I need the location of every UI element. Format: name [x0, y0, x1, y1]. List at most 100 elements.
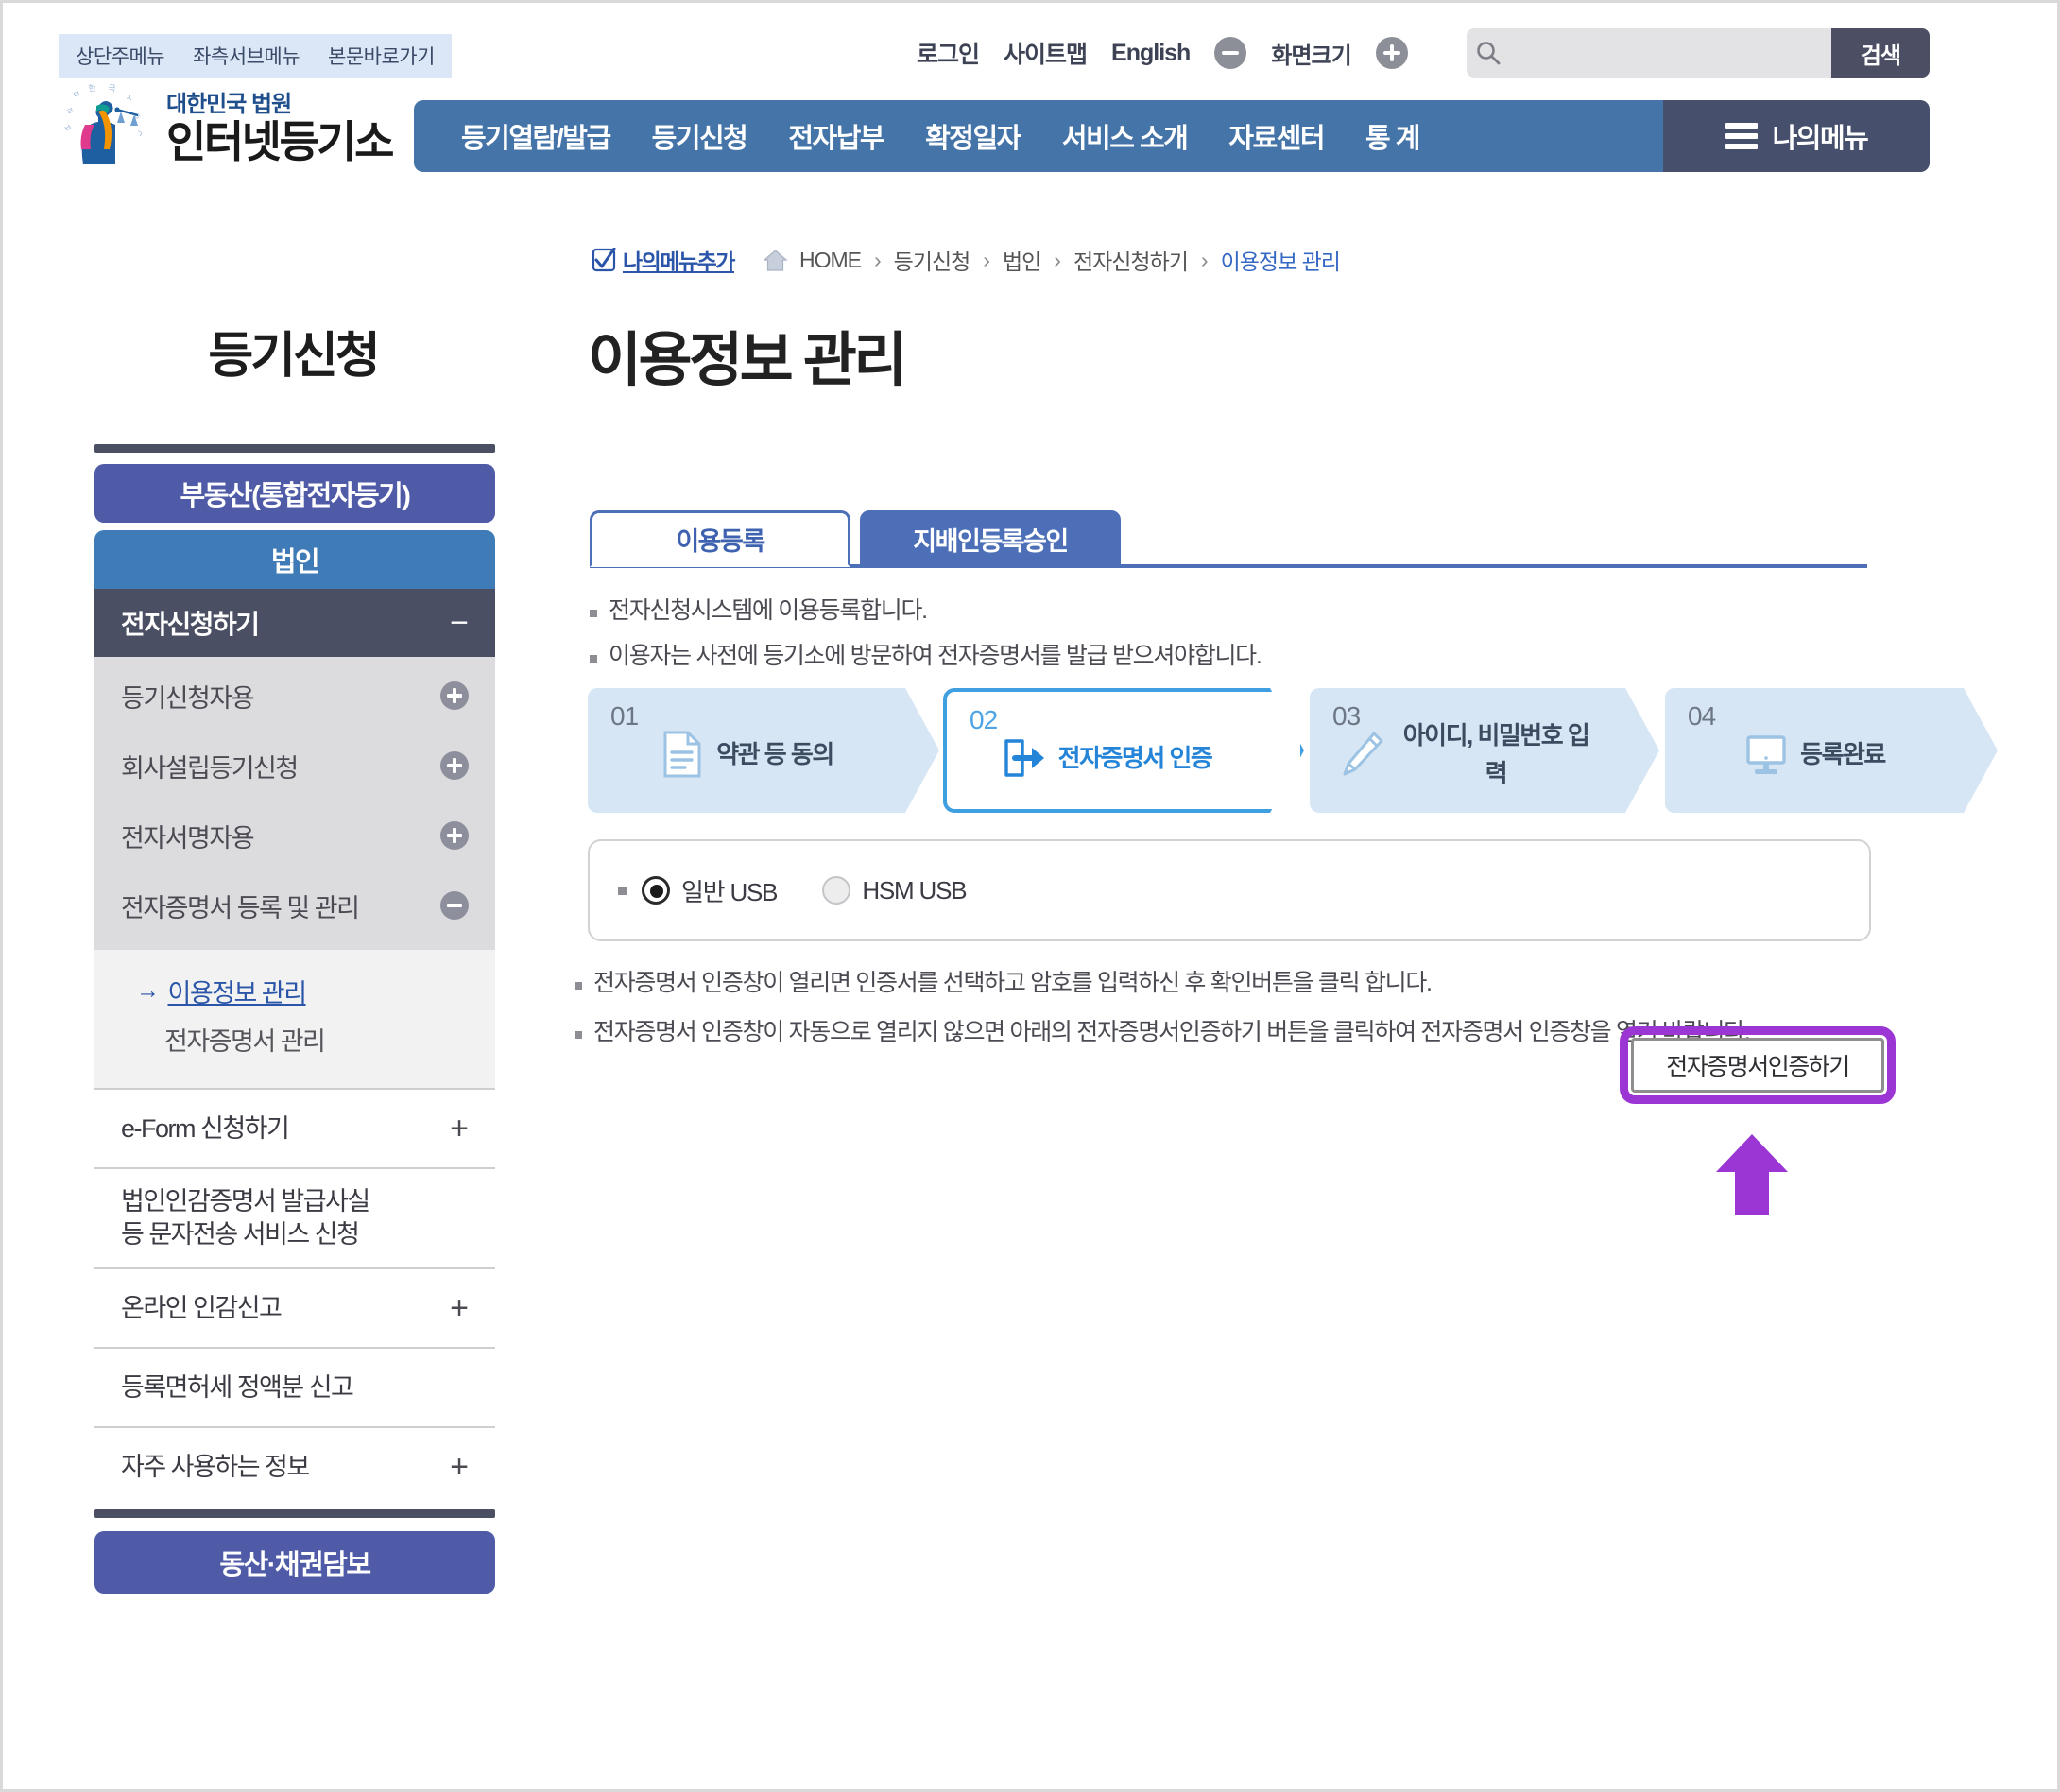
sidebar-item-label: 전자증명서 등록 및 관리 — [121, 893, 360, 922]
tab-usage-registration[interactable]: 이용등록 — [590, 510, 850, 567]
step-3-id-password-input[interactable]: 03 아이디, 비밀번호 입력 — [1310, 688, 1659, 813]
svg-text:국: 국 — [108, 83, 116, 95]
sitemap-link[interactable]: 사이트맵 — [1004, 36, 1088, 70]
my-menu-button[interactable]: 나의메뉴 — [1663, 100, 1930, 172]
nav-item-data-center[interactable]: 자료센터 — [1208, 116, 1345, 156]
radio-label: HSM USB — [862, 875, 967, 905]
plus-icon[interactable]: + — [450, 1451, 469, 1483]
step-label: 등록완료 — [1800, 739, 1885, 768]
plus-circle-icon[interactable] — [440, 821, 469, 850]
skip-link-left-submenu[interactable]: 좌측서브메뉴 — [193, 42, 300, 70]
radio-option-general-usb[interactable]: 일반 USB — [642, 873, 779, 908]
add-to-my-menu-label: 나의메뉴추가 — [623, 250, 735, 274]
sidebar-item-label: 전자증명서 관리 — [164, 1027, 326, 1056]
bullet-square-icon — [575, 982, 582, 990]
my-menu-label: 나의메뉴 — [1772, 124, 1869, 154]
sidebar-item-company-establishment[interactable]: 회사설립등기신청 — [94, 731, 495, 801]
sidebar-item-usage-info-management[interactable]: → 이용정보 관리 — [94, 967, 495, 1015]
instruction-note: 전자증명서 인증창이 열리면 인증서를 선택하고 암호를 입력하신 후 확인버튼… — [575, 968, 1879, 1000]
sidebar-section-efiling[interactable]: 전자신청하기 − — [94, 589, 495, 657]
breadcrumb-item-2[interactable]: 법인 — [1003, 244, 1041, 276]
court-emblem-icon: ㅁ 한 국 ㅅ ㄹ ㅎ ㅂ ㄱ — [59, 83, 153, 174]
english-link[interactable]: English — [1111, 40, 1191, 67]
nav-item-statistics[interactable]: 통 계 — [1345, 116, 1440, 156]
hamburger-icon — [1725, 123, 1758, 149]
step-label: 약관 등 동의 — [716, 739, 833, 768]
sidebar-leaf-items: → 이용정보 관리 전자증명서 관리 — [94, 950, 495, 1088]
breadcrumb-item-current: 이용정보 관리 — [1220, 250, 1341, 274]
plus-circle-icon[interactable] — [440, 751, 469, 780]
plus-icon[interactable]: + — [450, 1112, 469, 1145]
breadcrumb-sep-2: › — [983, 247, 990, 272]
sidebar-item-ecert-management[interactable]: 전자증명서 관리 — [94, 1015, 495, 1063]
bullet-square-icon — [575, 1030, 582, 1039]
nav-item-fixed-date[interactable]: 확정일자 — [904, 116, 1041, 156]
main-navigation: 등기열람/발급 등기신청 전자납부 확정일자 서비스 소개 자료센터 통 계 나… — [414, 100, 1930, 172]
sidebar-item-seal-cert-sms[interactable]: 법인인감증명서 발급사실 등 문자전송 서비스 신청 — [94, 1167, 495, 1267]
checkbox-check-icon — [592, 247, 616, 272]
sidebar-item-eform-apply[interactable]: e-Form 신청하기 + — [94, 1088, 495, 1167]
step-4-registration-complete[interactable]: 04 등록완료 — [1665, 688, 1998, 813]
sidebar-title: 등기신청 — [208, 329, 380, 384]
nav-item-service-intro[interactable]: 서비스 소개 — [1041, 116, 1208, 156]
certificate-auth-button[interactable]: 전자증명서인증하기 — [1631, 1038, 1884, 1093]
radio-button-general-usb[interactable] — [642, 876, 670, 905]
nav-item-registry-apply[interactable]: 등기신청 — [631, 116, 768, 156]
utility-bar: 로그인 사이트맵 English 화면크기 — [917, 26, 1408, 79]
login-link[interactable]: 로그인 — [917, 36, 980, 70]
sidebar-item-label: 회사설립등기신청 — [121, 753, 299, 783]
bullet-square-icon — [618, 886, 627, 895]
zoom-out-icon[interactable] — [1214, 37, 1247, 69]
search-bar: 검색 — [1467, 28, 1930, 78]
breadcrumb-home[interactable]: HOME — [799, 248, 862, 273]
logo-text: 대한민국 법원 인터넷등기소 — [166, 94, 394, 164]
sidebar-item-applicant-use[interactable]: 등기신청자용 — [94, 661, 495, 731]
step-2-certificate-auth[interactable]: 02 전자증명서 인증 — [943, 688, 1304, 813]
search-button[interactable]: 검색 — [1831, 28, 1930, 78]
skip-links: 상단주메뉴 좌측서브메뉴 본문바로가기 — [59, 34, 452, 78]
sidebar-category-realestate[interactable]: 부동산(통합전자등기) — [94, 464, 495, 523]
skip-link-top-menu[interactable]: 상단주메뉴 — [76, 42, 165, 70]
plus-icon[interactable]: + — [450, 1292, 469, 1324]
breadcrumb-item-1[interactable]: 등기신청 — [894, 244, 971, 276]
sidebar-item-esignature-use[interactable]: 전자서명자용 — [94, 801, 495, 870]
svg-text:ㄱ: ㄱ — [133, 129, 145, 141]
sidebar-item-label: 전자서명자용 — [121, 823, 255, 853]
minus-circle-icon[interactable] — [440, 891, 469, 920]
svg-text:한: 한 — [88, 83, 97, 95]
sidebar-item-frequently-used-info[interactable]: 자주 사용하는 정보 + — [94, 1426, 495, 1506]
minus-icon[interactable]: − — [450, 607, 469, 639]
radio-option-hsm-usb[interactable]: HSM USB — [822, 875, 968, 905]
sidebar-navigation: 부동산(통합전자등기) 법인 전자신청하기 − 등기신청자용 회사설립등기신청 … — [94, 444, 495, 1594]
sidebar-item-license-tax-report[interactable]: 등록면허세 정액분 신고 — [94, 1347, 495, 1426]
search-input[interactable] — [1510, 28, 1831, 78]
step-body: 약관 등 동의 — [588, 730, 905, 779]
intro-bullet-text: 전자신청시스템에 이용등록합니다. — [609, 597, 928, 624]
site-logo[interactable]: ㅁ 한 국 ㅅ ㄹ ㅎ ㅂ ㄱ 대한민국 법원 인터넷등기소 — [59, 83, 394, 174]
sidebar-item-ecert-registration[interactable]: 전자증명서 등록 및 관리 — [94, 870, 495, 940]
sidebar-item-label: 등기신청자용 — [121, 683, 255, 713]
step-number: 01 — [610, 701, 639, 731]
breadcrumb-item-3[interactable]: 전자신청하기 — [1073, 244, 1189, 276]
sidebar-category-movable-assets[interactable]: 동산·채권담보 — [94, 1531, 495, 1594]
step-label: 아이디, 비밀번호 입력 — [1402, 721, 1589, 788]
nav-item-epayment[interactable]: 전자납부 — [767, 116, 904, 156]
login-arrow-icon — [1002, 733, 1047, 783]
zoom-in-icon[interactable] — [1375, 37, 1408, 69]
home-icon[interactable] — [763, 249, 788, 272]
radio-button-hsm-usb[interactable] — [822, 876, 851, 905]
sidebar-category-corporation[interactable]: 법인 — [94, 530, 495, 589]
skip-link-content[interactable]: 본문바로가기 — [328, 42, 435, 70]
svg-text:ㅂ: ㅂ — [62, 123, 74, 135]
sidebar-item-online-seal-report[interactable]: 온라인 인감신고 + — [94, 1267, 495, 1347]
bullet-square-icon — [590, 610, 597, 617]
step-body: 아이디, 비밀번호 입력 — [1310, 716, 1625, 793]
add-to-my-menu-button[interactable]: 나의메뉴추가 — [592, 244, 735, 276]
up-arrow-icon — [1714, 1132, 1790, 1217]
plus-circle-icon[interactable] — [440, 681, 469, 710]
tab-manager-registration-approval[interactable]: 지배인등록승인 — [860, 510, 1121, 567]
step-1-terms-agreement[interactable]: 01 약관 등 동의 — [588, 688, 939, 813]
nav-item-registry-view[interactable]: 등기열람/발급 — [440, 116, 631, 156]
page-title: 이용정보 관리 — [588, 328, 907, 393]
sidebar-item-label: 이용정보 관리 — [167, 979, 308, 1008]
